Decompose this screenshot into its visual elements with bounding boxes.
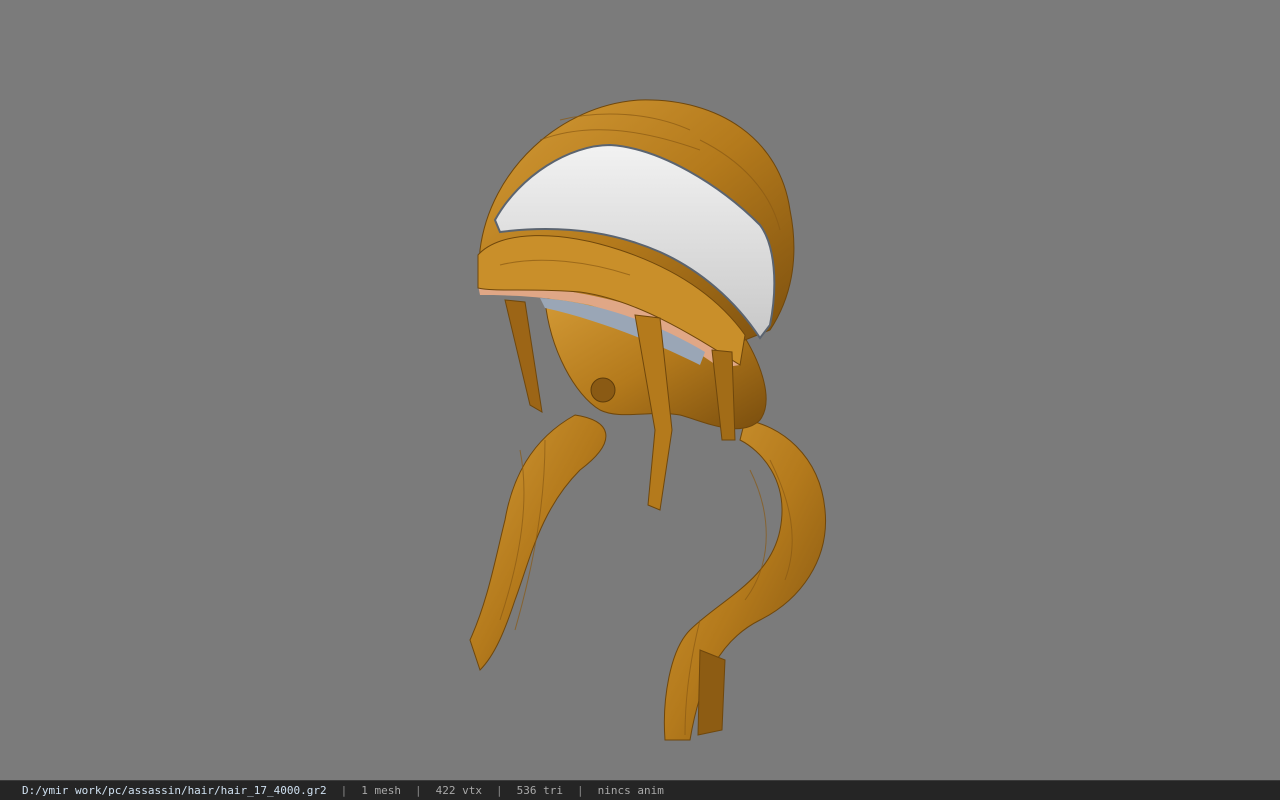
hair-tie-knot xyxy=(590,377,616,403)
separator: | xyxy=(496,784,503,797)
vertex-count-label: 422 vtx xyxy=(435,784,482,797)
status-bar: D:/ymir work/pc/assassin/hair/hair_17_40… xyxy=(0,780,1280,800)
separator: | xyxy=(340,784,348,797)
left-ponytail xyxy=(469,414,607,671)
file-path-label: D:/ymir work/pc/assassin/hair/hair_17_40… xyxy=(22,784,327,797)
triangle-count-label: 536 tri xyxy=(516,784,563,797)
animation-status-label: nincs anim xyxy=(597,784,664,797)
separator: | xyxy=(576,784,584,797)
separator: | xyxy=(415,784,422,797)
right-ponytail-tip xyxy=(697,649,726,736)
3d-viewport[interactable] xyxy=(0,0,1280,780)
left-side-lock xyxy=(504,299,543,413)
hair-model-render xyxy=(469,99,827,741)
right-ponytail xyxy=(663,419,827,741)
mesh-count-label: 1 mesh xyxy=(361,784,402,797)
